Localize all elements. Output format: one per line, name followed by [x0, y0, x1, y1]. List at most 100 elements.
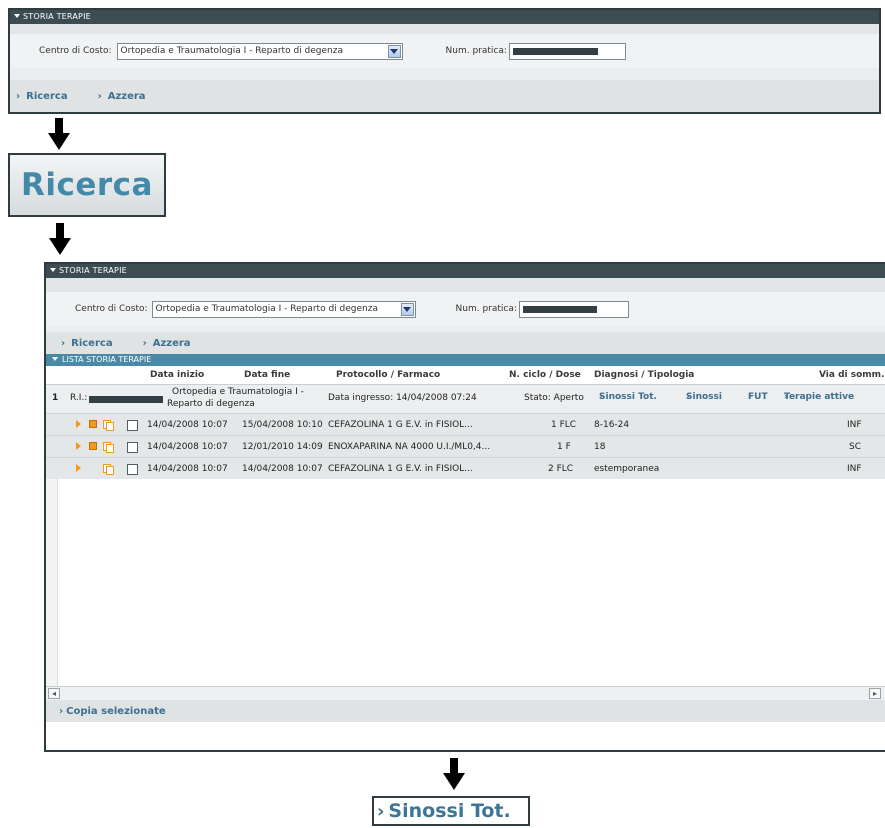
row-checkbox[interactable] [127, 442, 138, 453]
spacer-band [10, 24, 879, 34]
ri-masked-value [89, 396, 163, 403]
chevron-right-icon: › [97, 90, 102, 102]
list-title: LISTA STORIA TERAPIE [62, 355, 152, 364]
reparto-line1: Ortopedia e Traumatologia I - [172, 387, 304, 397]
ricerca-link[interactable]: › Ricerca [16, 91, 68, 102]
data-inizio: 14/04/2008 10:07 [147, 464, 228, 474]
centro-select[interactable]: Ortopedia e Traumatologia I - Reparto di… [151, 300, 416, 318]
data-inizio: 14/04/2008 10:07 [147, 442, 228, 452]
azzera-link[interactable]: › Azzera [98, 91, 146, 102]
ricovero-row[interactable]: 1 R.I.: Ortopedia e Traumatologia I - Re… [46, 385, 885, 413]
fut-label: FUT [748, 392, 768, 402]
expand-icon[interactable] [76, 464, 81, 472]
chevron-right-icon: › [142, 337, 147, 349]
azzera-link[interactable]: › Azzera [143, 338, 191, 349]
panel-header[interactable]: STORIA TERAPIE [10, 10, 879, 24]
status-square-icon [89, 442, 97, 450]
chevron-right-icon: › [16, 90, 21, 102]
data-fine: 12/01/2010 14:09 [242, 442, 323, 452]
col-data-fine[interactable]: Data fine [244, 370, 290, 380]
copia-label: Copia selezionate [66, 705, 166, 717]
diagnosi: 18 [594, 442, 606, 452]
panel-title: STORIA TERAPIE [23, 12, 91, 21]
chevron-down-icon[interactable] [400, 302, 414, 316]
ricerca-label: Ricerca [26, 90, 68, 102]
diagnosi: estemporanea [594, 464, 660, 474]
pratica-label: Num. pratica: [455, 304, 517, 314]
chevron-right-icon: › [61, 337, 66, 349]
col-ciclo[interactable]: N. ciclo / Dose [509, 370, 581, 380]
ricerca-zoom-text: Ricerca [21, 167, 153, 203]
horizontal-scrollbar[interactable]: ◂ ▸ [46, 686, 885, 700]
centro-select[interactable]: Ortopedia e Traumatologia I - Reparto di… [116, 42, 403, 60]
centro-label: Centro di Costo: [39, 46, 112, 56]
expand-icon[interactable] [76, 442, 81, 450]
arrow-down-icon [48, 118, 70, 150]
panel-title: STORIA TERAPIE [59, 266, 127, 275]
chevron-right-icon: › [59, 705, 64, 717]
pratica-input[interactable] [508, 42, 626, 60]
centro-label: Centro di Costo: [75, 304, 148, 314]
collapse-icon[interactable] [14, 14, 20, 18]
via-somm: INF [847, 464, 862, 474]
dose: 1 FLC [551, 420, 577, 430]
dose: 2 FLC [548, 464, 574, 474]
col-via[interactable]: Via di somm. [819, 370, 884, 380]
data-fine: 14/04/2008 10:07 [242, 464, 323, 474]
scroll-left-icon[interactable]: ◂ [48, 688, 60, 699]
ricerca-link[interactable]: › Ricerca [61, 338, 113, 349]
therapy-row[interactable]: 14/04/2008 10:07 14/04/2008 10:07 CEFAZO… [46, 457, 885, 479]
scroll-right-icon[interactable]: ▸ [869, 688, 881, 699]
terapie-attive-label: Terapie attive [784, 392, 855, 402]
col-diagnosi[interactable]: Diagnosi / Tipologia [594, 370, 694, 380]
ricovero-number: 1 [52, 393, 59, 403]
arrow-down-icon [443, 758, 465, 790]
farmaco: CEFAZOLINA 1 G E.V. in FISIOL... [328, 420, 473, 430]
col-data-inizio[interactable]: Data inizio [150, 370, 204, 380]
sinossi-zoom-text: Sinossi Tot. [388, 800, 511, 822]
diagnosi: 8-16-24 [594, 420, 630, 430]
centro-value: Ortopedia e Traumatologia I - Reparto di… [155, 304, 378, 314]
action-row: › Ricerca › Azzera [10, 80, 879, 112]
top-storia-panel: STORIA TERAPIE Centro di Costo: Ortopedi… [8, 8, 881, 114]
expand-icon[interactable] [76, 420, 81, 428]
list-header[interactable]: LISTA STORIA TERAPIE [46, 354, 885, 366]
filter-row: Centro di Costo: Ortopedia e Traumatolog… [46, 292, 885, 326]
filter-row: Centro di Costo: Ortopedia e Traumatolog… [10, 34, 879, 68]
via-somm: SC [849, 442, 861, 452]
action-row: › Ricerca › Azzera [46, 332, 885, 354]
collapse-icon[interactable] [50, 268, 56, 272]
copy-icon[interactable] [103, 420, 114, 431]
therapy-row[interactable]: 14/04/2008 10:07 15/04/2008 10:10 CEFAZO… [46, 413, 885, 435]
stato: Stato: Aperto [524, 393, 584, 403]
chevron-down-icon[interactable] [387, 44, 401, 58]
col-protocollo[interactable]: Protocollo / Farmaco [336, 370, 440, 380]
spacer-band [10, 68, 879, 80]
masked-value [512, 47, 598, 55]
sinossi-tot-label: Sinossi Tot. [599, 392, 657, 402]
arrow-down-icon [49, 223, 71, 255]
centro-value: Ortopedia e Traumatologia I - Reparto di… [120, 46, 343, 56]
results-grid: 1 R.I.: Ortopedia e Traumatologia I - Re… [46, 384, 885, 700]
copia-selezionate-link[interactable]: › Copia selezionate [59, 706, 166, 717]
results-storia-panel: STORIA TERAPIE Centro di Costo: Ortopedi… [44, 262, 885, 752]
row-checkbox[interactable] [127, 464, 138, 475]
farmaco: ENOXAPARINA NA 4000 U.I./ML0,4... [328, 442, 491, 452]
farmaco: CEFAZOLINA 1 G E.V. in FISIOL... [328, 464, 473, 474]
sinossi-label: Sinossi [686, 392, 722, 402]
collapse-icon[interactable] [52, 357, 58, 361]
spacer-band [46, 278, 885, 292]
pratica-label: Num. pratica: [445, 46, 507, 56]
data-inizio: 14/04/2008 10:07 [147, 420, 228, 430]
footer-row: › Copia selezionate [46, 700, 885, 722]
copy-icon[interactable] [103, 464, 114, 475]
azzera-label: Azzera [107, 90, 146, 102]
copy-icon[interactable] [103, 442, 114, 453]
pratica-input[interactable] [518, 300, 629, 318]
therapy-row[interactable]: 14/04/2008 10:07 12/01/2010 14:09 ENOXAP… [46, 435, 885, 457]
panel-header[interactable]: STORIA TERAPIE [46, 264, 885, 278]
ricerca-label: Ricerca [71, 337, 113, 349]
data-fine: 15/04/2008 10:10 [242, 420, 323, 430]
row-checkbox[interactable] [127, 420, 138, 431]
ri-label: R.I.: [70, 393, 88, 403]
